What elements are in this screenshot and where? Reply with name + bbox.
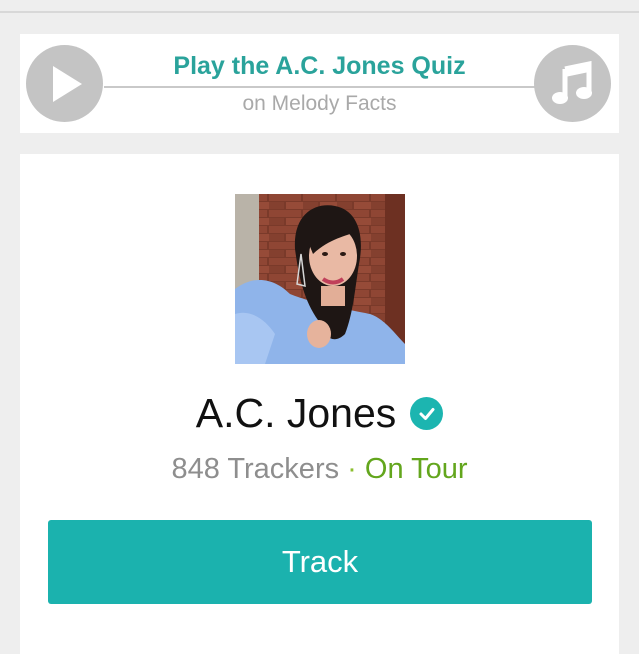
banner-divider-line — [104, 86, 544, 88]
quiz-banner[interactable]: Play the A.C. Jones Quiz on Melody Facts — [20, 34, 619, 133]
artist-profile-card: A.C. Jones 848 Trackers · On Tour Track — [20, 154, 619, 654]
stats-separator: · — [347, 453, 365, 485]
artist-name: A.C. Jones — [195, 390, 397, 436]
top-divider — [0, 11, 639, 13]
tracker-count: 848 Trackers — [171, 453, 340, 485]
artist-name-row: A.C. Jones — [20, 390, 619, 437]
tour-status[interactable]: On Tour — [365, 453, 468, 485]
quiz-title[interactable]: Play the A.C. Jones Quiz — [20, 52, 619, 81]
quiz-subtitle: on Melody Facts — [242, 92, 397, 115]
verified-check-icon — [410, 397, 444, 430]
artist-stats: 848 Trackers · On Tour — [20, 453, 619, 486]
artist-avatar[interactable] — [235, 194, 405, 364]
track-button[interactable]: Track — [48, 520, 592, 604]
